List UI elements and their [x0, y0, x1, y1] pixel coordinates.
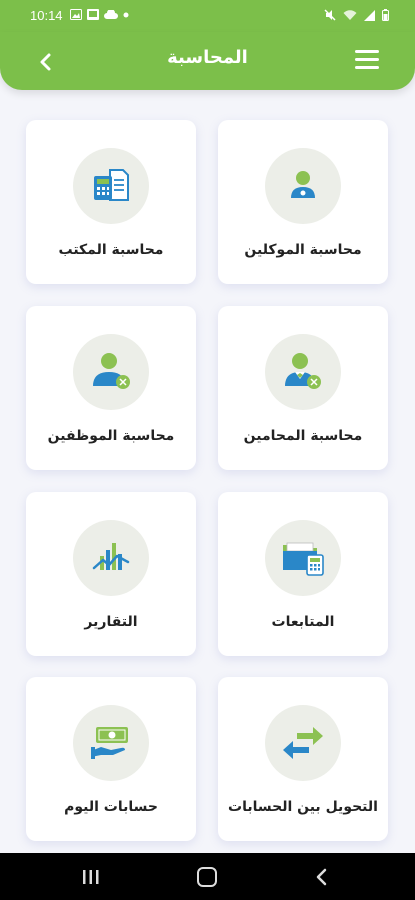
card-employees-accounting[interactable]: محاسبة الموظفين — [26, 306, 196, 470]
icon-circle — [265, 148, 341, 224]
lawyer-icon — [285, 353, 321, 389]
card-lawyers-accounting[interactable]: محاسبة المحامين — [218, 306, 388, 470]
icon-circle — [265, 705, 341, 781]
card-office-accounting[interactable]: محاسبة المكتب — [26, 120, 196, 284]
hamburger-icon-line — [355, 58, 379, 61]
card-label: محاسبة المحامين — [243, 428, 363, 444]
card-reports[interactable]: التقارير — [26, 492, 196, 656]
card-clients-accounting[interactable]: محاسبة الموكلين — [218, 120, 388, 284]
card-label: محاسبة المكتب — [58, 242, 164, 258]
dot-icon — [123, 12, 129, 17]
app-header: المحاسبة — [0, 32, 415, 90]
card-label: محاسبة الموكلين — [244, 242, 362, 258]
client-icon — [291, 171, 315, 198]
mute-icon — [324, 9, 336, 21]
status-time: 10:14 — [30, 8, 63, 23]
card-label: حسابات اليوم — [64, 799, 158, 815]
icon-circle — [73, 334, 149, 410]
recents-icon[interactable] — [82, 869, 100, 885]
status-system-icons — [324, 9, 389, 21]
status-notification-icons — [70, 9, 129, 20]
home-icon[interactable] — [197, 867, 217, 887]
card-daily-accounts[interactable]: حسابات اليوم — [26, 677, 196, 841]
transfer-arrows-icon — [283, 727, 323, 759]
card-label: التقارير — [84, 614, 138, 630]
hamburger-icon-line — [355, 66, 379, 69]
card-label: المتابعات — [271, 614, 335, 630]
card-followups[interactable]: المتابعات — [218, 492, 388, 656]
wifi-icon — [343, 9, 357, 20]
icon-circle — [73, 520, 149, 596]
office-accounting-icon — [94, 169, 129, 201]
employee-icon — [93, 353, 130, 389]
card-label: محاسبة الموظفين — [47, 428, 175, 444]
image-icon — [87, 9, 99, 20]
icon-circle — [73, 705, 149, 781]
gallery-icon — [70, 9, 82, 20]
card-label: التحويل بين الحسابات — [228, 799, 378, 815]
cloud-icon — [104, 9, 118, 19]
back-nav-icon[interactable] — [312, 867, 332, 887]
icon-circle — [265, 334, 341, 410]
icon-circle — [265, 520, 341, 596]
signal-icon — [364, 9, 375, 21]
menu-button[interactable] — [355, 50, 379, 72]
folder-calculator-icon — [283, 542, 324, 576]
page-title: المحاسبة — [167, 47, 248, 68]
status-bar: 10:14 — [0, 0, 415, 32]
report-chart-icon — [92, 543, 130, 570]
card-transfer-between-accounts[interactable]: التحويل بين الحسابات — [218, 677, 388, 841]
icon-circle — [73, 148, 149, 224]
battery-icon — [382, 9, 389, 21]
hamburger-icon-line — [355, 50, 379, 53]
system-nav-bar — [0, 853, 415, 900]
cash-hand-icon — [91, 727, 128, 759]
